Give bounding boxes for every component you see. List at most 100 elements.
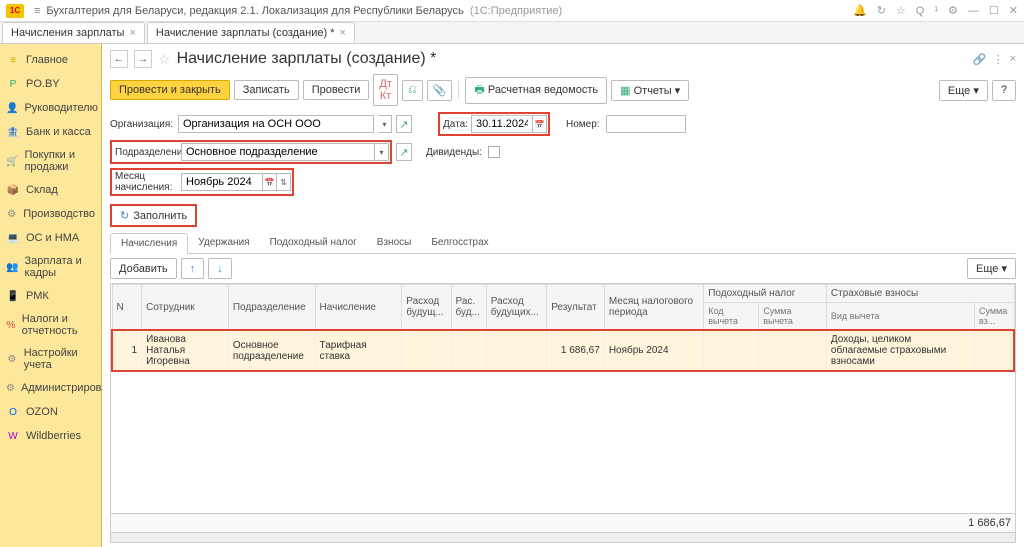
- payroll-button[interactable]: 🖶 Расчетная ведомость: [465, 77, 607, 104]
- close-icon[interactable]: ×: [129, 27, 135, 39]
- back-button[interactable]: ←: [110, 50, 128, 68]
- sidebar-item[interactable]: 👤Руководителю: [0, 96, 101, 120]
- structure-icon[interactable]: ⎌: [402, 80, 423, 101]
- user-icon[interactable]: ¹: [934, 5, 938, 17]
- table-row[interactable]: 1 Иванова Наталья Игоревна Основное подр…: [112, 330, 1014, 371]
- debit-credit-icon[interactable]: ДтКт: [373, 74, 398, 106]
- close-icon[interactable]: ×: [1010, 53, 1016, 66]
- history-icon[interactable]: ↻: [877, 4, 886, 17]
- subtab[interactable]: Подоходный налог: [260, 233, 367, 253]
- more-icon[interactable]: ⋮: [993, 53, 1004, 66]
- nav-label: Производство: [23, 208, 95, 220]
- favorite-icon[interactable]: ☆: [158, 51, 171, 68]
- nav-label: Склад: [26, 184, 58, 196]
- window-controls: 🔔 ↻ ☆ Q ¹ ⚙ — ☐ ✕: [853, 4, 1018, 17]
- link-icon[interactable]: 🔗: [973, 53, 987, 66]
- nav-icon: P: [6, 77, 20, 91]
- nav-icon: 📦: [6, 183, 20, 197]
- title-bar: 1C ≡ Бухгалтерия для Беларуси, редакция …: [0, 0, 1024, 22]
- post-button[interactable]: Провести: [303, 80, 370, 100]
- tabs-bar: Начисления зарплаты× Начисление зарплаты…: [0, 22, 1024, 44]
- nav-label: РМК: [26, 290, 49, 302]
- dropdown-icon[interactable]: ▾: [378, 115, 392, 133]
- nav-label: Зарплата и кадры: [24, 255, 95, 279]
- maximize-icon[interactable]: ☐: [989, 4, 999, 17]
- minimize-icon[interactable]: —: [968, 5, 979, 17]
- tab-salary-list[interactable]: Начисления зарплаты×: [2, 22, 145, 43]
- org-input[interactable]: [178, 115, 374, 133]
- nav-label: Банк и касса: [26, 126, 91, 138]
- sidebar-item[interactable]: 👥Зарплата и кадры: [0, 250, 101, 284]
- sidebar-item[interactable]: 📱РМК: [0, 284, 101, 308]
- month-input[interactable]: [181, 173, 263, 191]
- nav-icon: 💻: [6, 231, 20, 245]
- star-icon[interactable]: ☆: [896, 4, 906, 17]
- dept-label: Подразделение:: [113, 147, 181, 158]
- sidebar-item[interactable]: ⚙Производство: [0, 202, 101, 226]
- subtab[interactable]: Удержания: [188, 233, 259, 253]
- more-button[interactable]: Еще ▾: [939, 80, 988, 101]
- subtab[interactable]: Взносы: [367, 233, 422, 253]
- sidebar-item[interactable]: 🛒 Покупки и продажи: [0, 144, 101, 178]
- number-label: Номер:: [566, 119, 602, 130]
- open-icon[interactable]: ↗: [396, 143, 412, 161]
- toolbar: Провести и закрыть Записать Провести ДтК…: [110, 74, 1016, 106]
- nav-label: Покупки и продажи: [24, 149, 95, 173]
- scrollbar-x[interactable]: [111, 532, 1015, 542]
- sidebar-item[interactable]: 💻 ОС и НМА: [0, 226, 101, 250]
- date-label: Дата:: [441, 119, 471, 130]
- sidebar-item[interactable]: OOZON: [0, 400, 101, 424]
- reports-button[interactable]: ▦ Отчеты ▾: [611, 80, 689, 101]
- subtab[interactable]: Белгосстрах: [421, 233, 498, 253]
- main-content: ← → ☆ Начисление зарплаты (создание) * 🔗…: [102, 44, 1024, 547]
- help-button[interactable]: ?: [992, 80, 1016, 101]
- sidebar-item[interactable]: %Налоги и отчетность: [0, 308, 101, 342]
- close-icon[interactable]: ✕: [1009, 4, 1018, 17]
- move-up-button[interactable]: ↑: [181, 258, 205, 279]
- nav-label: OZON: [26, 406, 58, 418]
- calendar-icon[interactable]: 📅: [533, 115, 547, 133]
- settings-icon[interactable]: ⚙: [948, 4, 958, 17]
- attach-icon[interactable]: 📎: [427, 80, 453, 101]
- sidebar-item[interactable]: WWildberries: [0, 424, 101, 448]
- tab-salary-create[interactable]: Начисление зарплаты (создание) *×: [147, 22, 355, 43]
- number-input[interactable]: [606, 115, 686, 133]
- save-button[interactable]: Записать: [234, 80, 299, 100]
- nav-label: Администрирование: [21, 382, 102, 394]
- menu-icon[interactable]: ≡: [34, 5, 40, 17]
- calendar-icon[interactable]: 📅: [263, 173, 277, 191]
- nav-label: ОС и НМА: [26, 232, 79, 244]
- dept-input[interactable]: [181, 143, 375, 161]
- bell-icon[interactable]: 🔔: [853, 4, 867, 17]
- stepper-icon[interactable]: ⇅: [277, 173, 291, 191]
- subtabs: НачисленияУдержанияПодоходный налогВзнос…: [110, 233, 1016, 254]
- month-label: Месяц начисления:: [113, 171, 181, 193]
- date-input[interactable]: [471, 115, 533, 133]
- page-title: Начисление зарплаты (создание) *: [177, 50, 437, 68]
- dropdown-icon[interactable]: ▾: [375, 143, 389, 161]
- subtab[interactable]: Начисления: [110, 233, 188, 254]
- sidebar-item[interactable]: 📦 Склад: [0, 178, 101, 202]
- sidebar-item[interactable]: ⚙Администрирование: [0, 376, 101, 400]
- sidebar: ≡ГлавноеPPO.BY👤Руководителю🏦Банк и касса…: [0, 44, 102, 547]
- org-label: Организация:: [110, 119, 174, 130]
- dividends-checkbox[interactable]: [488, 146, 500, 158]
- sidebar-item[interactable]: ⚙Настройки учета: [0, 342, 101, 376]
- move-down-button[interactable]: ↓: [208, 258, 232, 279]
- nav-icon: %: [6, 318, 16, 332]
- nav-icon: 🛒: [6, 154, 18, 168]
- accruals-table[interactable]: N Сотрудник Подразделение Начисление Рас…: [110, 283, 1016, 543]
- post-close-button[interactable]: Провести и закрыть: [110, 80, 230, 100]
- nav-label: Wildberries: [26, 430, 81, 442]
- add-button[interactable]: Добавить: [110, 258, 177, 279]
- sidebar-item[interactable]: 🏦Банк и касса: [0, 120, 101, 144]
- close-icon[interactable]: ×: [340, 27, 346, 39]
- sidebar-item[interactable]: PPO.BY: [0, 72, 101, 96]
- dividends-label: Дивиденды:: [426, 147, 484, 158]
- forward-button[interactable]: →: [134, 50, 152, 68]
- open-icon[interactable]: ↗: [396, 115, 412, 133]
- sidebar-item[interactable]: ≡Главное: [0, 48, 101, 72]
- chat-icon[interactable]: Q: [916, 5, 925, 17]
- fill-button[interactable]: ↻Заполнить: [112, 206, 195, 225]
- table-more-button[interactable]: Еще ▾: [967, 258, 1016, 279]
